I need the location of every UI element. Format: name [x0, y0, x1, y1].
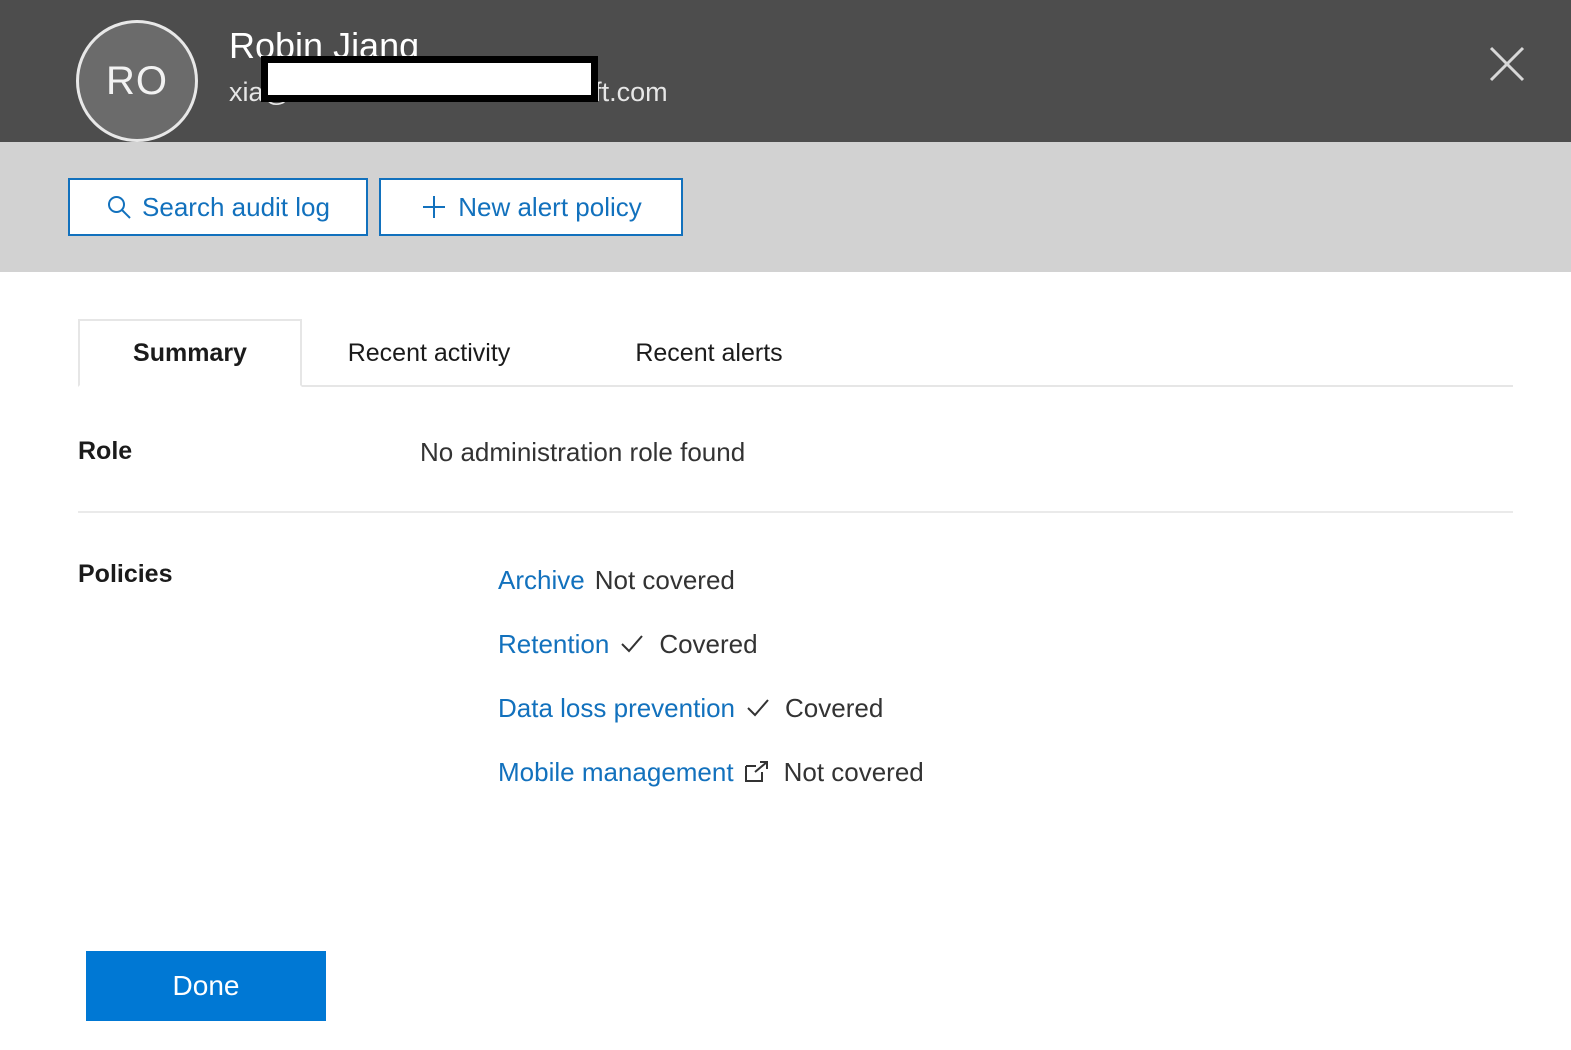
policy-status-archive: Not covered — [594, 564, 735, 595]
role-label: Role — [78, 437, 133, 465]
checkmark-icon — [745, 695, 771, 721]
panel-body: Summary Recent activity Recent alerts Ro… — [0, 272, 1571, 1050]
command-bar: Search audit log New alert policy — [0, 142, 1571, 272]
close-button[interactable] — [1479, 36, 1535, 92]
list-item: Archive Not covered — [498, 560, 924, 600]
open-in-new-window-icon — [744, 759, 770, 785]
tab-recent-activity[interactable]: Recent activity — [326, 319, 532, 387]
policies-label: Policies — [78, 560, 173, 588]
policy-status-mobile-management: Not covered — [783, 756, 924, 787]
search-audit-log-button[interactable]: Search audit log — [68, 178, 368, 236]
user-principal-name: xia@M365x407055.onmicrosoft.com — [229, 56, 1409, 112]
policy-status-retention: Covered — [659, 628, 758, 659]
list-item: Data loss prevention Covered — [498, 688, 924, 728]
role-row: Role No administration role found — [78, 437, 1513, 497]
header-text-block: Robin Jiang xia@M365x407055.onmicrosoft.… — [229, 20, 1409, 112]
checkmark-icon — [619, 631, 645, 657]
tab-recent-alerts[interactable]: Recent alerts — [616, 319, 802, 387]
policy-link-data-loss-prevention[interactable]: Data loss prevention — [498, 693, 735, 724]
tab-strip: Summary Recent activity Recent alerts — [78, 319, 1513, 387]
policy-link-retention[interactable]: Retention — [498, 629, 609, 660]
role-value: No administration role found — [420, 437, 746, 467]
list-item: Mobile management Not covered — [498, 752, 924, 792]
close-icon — [1489, 46, 1525, 82]
tab-summary[interactable]: Summary — [78, 319, 302, 387]
new-alert-policy-button[interactable]: New alert policy — [379, 178, 683, 236]
policy-link-mobile-management[interactable]: Mobile management — [498, 757, 734, 788]
section-divider — [78, 511, 1513, 513]
list-item: Retention Covered — [498, 624, 924, 664]
new-alert-policy-label: New alert policy — [458, 191, 642, 222]
tab-recent-alerts-label: Recent alerts — [635, 338, 783, 367]
search-icon — [106, 194, 132, 220]
redaction-box — [261, 56, 598, 102]
avatar-initials: RO — [106, 58, 168, 103]
policy-status-data-loss-prevention: Covered — [785, 692, 884, 723]
tab-summary-label: Summary — [133, 338, 247, 367]
policies-row: Policies Archive Not covered Retention C… — [78, 560, 1513, 860]
avatar: RO — [76, 20, 198, 142]
policies-list: Archive Not covered Retention Covered Da… — [498, 560, 924, 816]
tab-recent-activity-label: Recent activity — [347, 338, 511, 367]
done-button[interactable]: Done — [86, 951, 326, 1021]
policy-link-archive[interactable]: Archive — [498, 565, 585, 596]
plus-icon — [420, 193, 448, 221]
search-audit-log-label: Search audit log — [142, 191, 330, 222]
panel-header: RO Robin Jiang xia@M365x407055.onmicroso… — [0, 0, 1571, 142]
upn-local-part: xia — [229, 77, 264, 107]
